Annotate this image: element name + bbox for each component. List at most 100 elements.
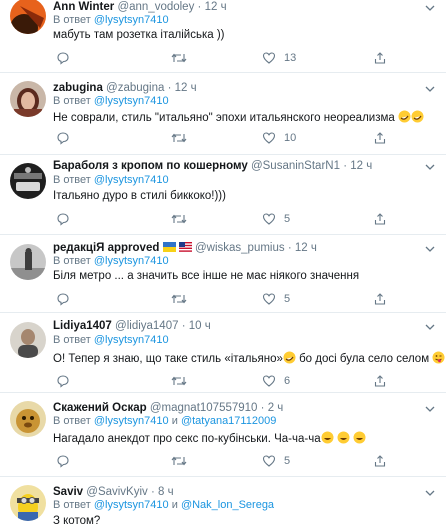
like-button[interactable]: 5 bbox=[262, 211, 290, 227]
tweet[interactable]: zabugina @zabugina · 12 ч В ответ @lysyt… bbox=[0, 73, 446, 155]
reply-button[interactable] bbox=[56, 50, 78, 66]
reply-context: В ответ @lysytsyn7410 bbox=[53, 255, 169, 267]
tweet[interactable]: редакціЯ approved @wiskas_pumius · 12 ч … bbox=[0, 235, 446, 313]
author-name[interactable]: zabugina bbox=[53, 82, 103, 94]
mention-link[interactable]: @lysytsyn7410 bbox=[94, 174, 169, 186]
share-icon bbox=[374, 455, 386, 467]
grinning-emoji-icon bbox=[321, 431, 334, 444]
retweet-button[interactable] bbox=[171, 130, 187, 146]
share-button[interactable] bbox=[373, 373, 387, 389]
reply-button[interactable] bbox=[56, 211, 78, 227]
chevron-down-icon[interactable] bbox=[424, 3, 436, 13]
mention-link[interactable]: @tatyana17112009 bbox=[181, 415, 276, 427]
timestamp[interactable]: 8 ч bbox=[158, 486, 174, 498]
mention-link[interactable]: @lysytsyn7410 bbox=[94, 415, 169, 427]
reply-button[interactable] bbox=[56, 291, 78, 307]
like-button[interactable]: 5 bbox=[262, 291, 290, 307]
mention-link[interactable]: @lysytsyn7410 bbox=[94, 95, 169, 107]
author-handle[interactable]: @SavivKyiv bbox=[86, 486, 148, 498]
author-name[interactable]: Lidiya1407 bbox=[53, 320, 112, 332]
tweet[interactable]: Lidiya1407 @lidiya1407 · 10 ч В ответ @l… bbox=[0, 313, 446, 393]
author-handle[interactable]: @SusaninStarN1 bbox=[251, 160, 340, 172]
author-handle[interactable]: @wiskas_pumius bbox=[195, 242, 285, 254]
retweet-button[interactable] bbox=[171, 453, 187, 469]
tweet-text: Біля метро ... а значить все інше не має… bbox=[53, 270, 360, 282]
heart-icon bbox=[262, 52, 276, 64]
author-handle[interactable]: @zabugina bbox=[106, 82, 164, 94]
reply-icon bbox=[57, 455, 69, 468]
like-count: 10 bbox=[284, 132, 297, 144]
tweet[interactable]: Ann Winter @ann_vodoley · 12 ч В ответ @… bbox=[0, 0, 446, 73]
share-button[interactable] bbox=[373, 50, 387, 66]
reply-context: В ответ @lysytsyn7410 bbox=[53, 95, 169, 107]
avatar[interactable] bbox=[10, 163, 46, 199]
separator: · bbox=[167, 82, 172, 94]
avatar[interactable] bbox=[10, 322, 46, 358]
like-button[interactable]: 13 bbox=[262, 50, 296, 66]
timestamp[interactable]: 2 ч bbox=[268, 402, 284, 414]
share-button[interactable] bbox=[373, 453, 387, 469]
retweet-icon bbox=[171, 456, 187, 466]
reply-button[interactable] bbox=[56, 373, 78, 389]
reply-button[interactable] bbox=[56, 453, 78, 469]
mention-link[interactable]: @lysytsyn7410 bbox=[94, 255, 169, 267]
tweet[interactable]: Скажений Оскар @magnat107557910 · 2 ч В … bbox=[0, 393, 446, 477]
like-button[interactable]: 10 bbox=[262, 130, 296, 146]
rofl-emoji-icon bbox=[411, 110, 424, 123]
retweet-button[interactable] bbox=[171, 211, 187, 227]
tweet[interactable]: Бараболя з кропом по кошерному @SusaninS… bbox=[0, 155, 446, 235]
avatar[interactable] bbox=[10, 485, 46, 521]
winking-tongue-emoji-icon bbox=[432, 351, 445, 364]
retweet-icon bbox=[171, 376, 187, 386]
author-name[interactable]: Saviv bbox=[53, 486, 83, 498]
author-handle[interactable]: @lidiya1407 bbox=[115, 320, 178, 332]
chevron-down-icon[interactable] bbox=[424, 162, 436, 172]
reply-icon bbox=[57, 213, 69, 226]
author-name[interactable]: Ann Winter bbox=[53, 1, 114, 13]
author-name[interactable]: редакціЯ approved bbox=[53, 242, 159, 254]
share-button[interactable] bbox=[373, 130, 387, 146]
heart-icon bbox=[262, 213, 276, 225]
tweet-text: Італьяно дуро в стилі биккоко!))) bbox=[53, 190, 226, 202]
mention-link[interactable]: @lysytsyn7410 bbox=[94, 499, 169, 511]
tweet[interactable]: Saviv @SavivKyiv · 8 ч В ответ @lysytsyn… bbox=[0, 477, 446, 529]
chevron-down-icon[interactable] bbox=[424, 244, 436, 254]
author-handle[interactable]: @magnat107557910 bbox=[150, 402, 258, 414]
tweet-text: З котом? bbox=[53, 515, 101, 527]
like-button[interactable]: 6 bbox=[262, 373, 290, 389]
timestamp[interactable]: 10 ч bbox=[189, 320, 211, 332]
avatar[interactable] bbox=[10, 401, 46, 437]
mention-link[interactable]: @Nak_lon_Serega bbox=[181, 499, 274, 511]
timestamp[interactable]: 12 ч bbox=[350, 160, 372, 172]
retweet-button[interactable] bbox=[171, 50, 187, 66]
reply-button[interactable] bbox=[56, 130, 78, 146]
retweet-button[interactable] bbox=[171, 373, 187, 389]
mention-link[interactable]: @lysytsyn7410 bbox=[94, 14, 169, 26]
separator: · bbox=[181, 320, 186, 332]
heart-icon bbox=[262, 455, 276, 467]
reply-context: В ответ @lysytsyn7410 и @Nak_lon_Serega bbox=[53, 499, 275, 511]
chevron-down-icon[interactable] bbox=[424, 404, 436, 414]
like-count: 5 bbox=[284, 455, 291, 467]
chevron-down-icon[interactable] bbox=[424, 322, 436, 332]
mention-link[interactable]: @lysytsyn7410 bbox=[94, 334, 169, 346]
retweet-button[interactable] bbox=[171, 291, 187, 307]
timestamp[interactable]: 12 ч bbox=[295, 242, 317, 254]
chevron-down-icon[interactable] bbox=[424, 488, 436, 498]
avatar[interactable] bbox=[10, 81, 46, 117]
chevron-down-icon[interactable] bbox=[424, 84, 436, 94]
share-button[interactable] bbox=[373, 291, 387, 307]
timestamp[interactable]: 12 ч bbox=[205, 1, 227, 13]
author-handle[interactable]: @ann_vodoley bbox=[117, 1, 194, 13]
separator: · bbox=[287, 242, 292, 254]
timestamp[interactable]: 12 ч bbox=[175, 82, 197, 94]
rofl-emoji-icon bbox=[283, 351, 296, 364]
avatar[interactable] bbox=[10, 0, 46, 34]
us-flag-icon bbox=[178, 242, 192, 252]
avatar[interactable] bbox=[10, 244, 46, 280]
author-name[interactable]: Скажений Оскар bbox=[53, 402, 147, 414]
author-name[interactable]: Бараболя з кропом по кошерному bbox=[53, 160, 248, 172]
like-button[interactable]: 5 bbox=[262, 453, 290, 469]
share-button[interactable] bbox=[373, 211, 387, 227]
grinning-emoji-icon bbox=[353, 431, 366, 444]
